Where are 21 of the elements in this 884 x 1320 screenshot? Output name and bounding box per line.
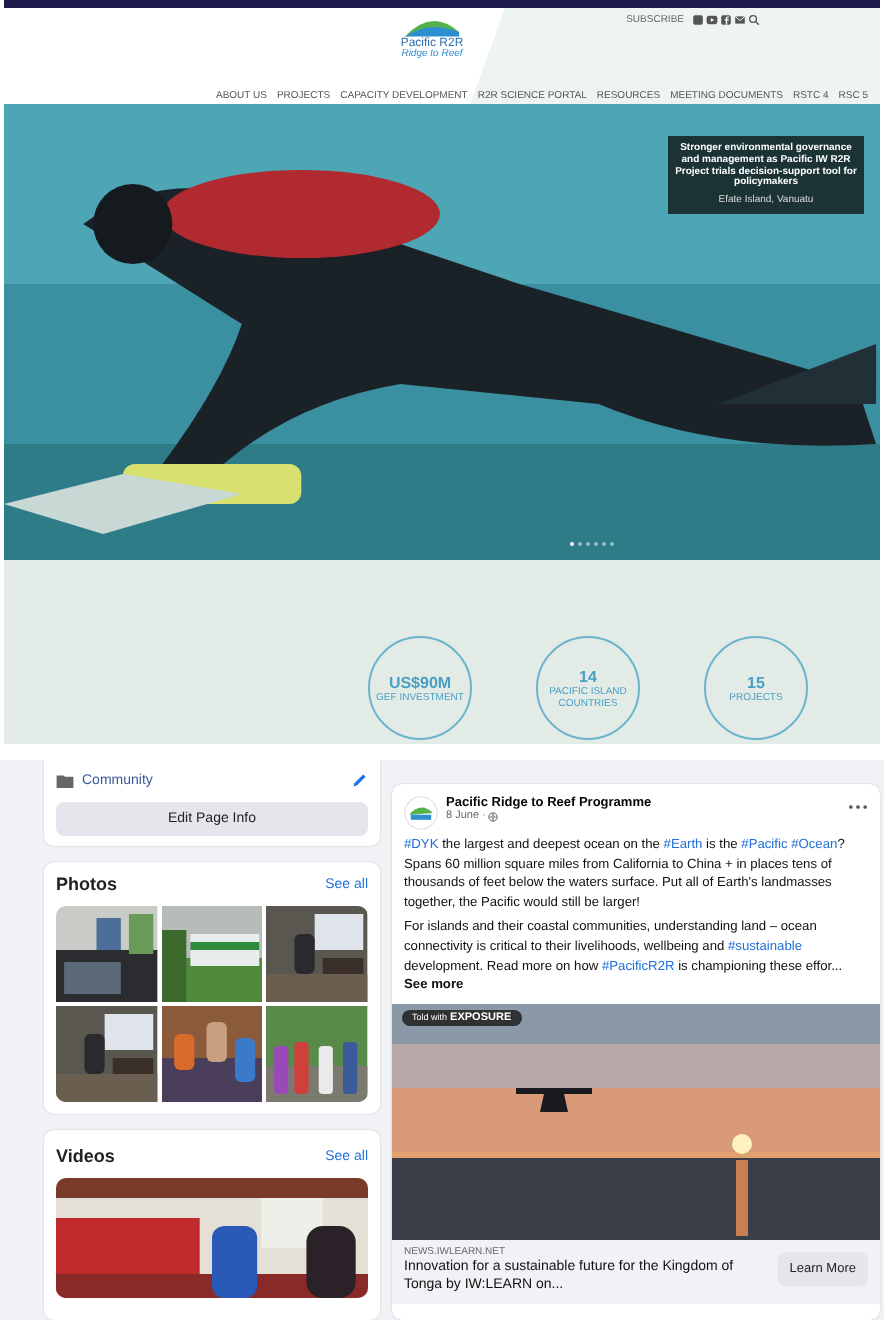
stat-value: 15 <box>747 673 765 691</box>
folder-icon <box>56 773 74 787</box>
square-icon[interactable] <box>692 14 704 26</box>
section-title: Photos <box>56 874 117 894</box>
play-icon[interactable] <box>706 14 718 26</box>
more-options-icon[interactable] <box>848 804 868 810</box>
facebook-icon[interactable] <box>720 14 732 26</box>
stat-value: US$90M <box>388 673 452 691</box>
slide-dot[interactable] <box>601 541 607 546</box>
search-icon[interactable] <box>748 14 760 26</box>
slide-dot[interactable] <box>593 541 599 546</box>
slide-dot[interactable] <box>609 541 615 546</box>
page-avatar-icon[interactable] <box>404 796 438 830</box>
globe-icon <box>487 811 498 821</box>
section-title: Videos <box>56 1146 115 1166</box>
stat-value: 14 <box>579 667 597 685</box>
pencil-icon[interactable] <box>352 772 368 788</box>
mail-icon[interactable] <box>734 14 746 26</box>
slide-dot[interactable] <box>569 541 575 546</box>
slide-dot[interactable] <box>585 541 591 546</box>
slide-dot[interactable] <box>577 541 583 546</box>
